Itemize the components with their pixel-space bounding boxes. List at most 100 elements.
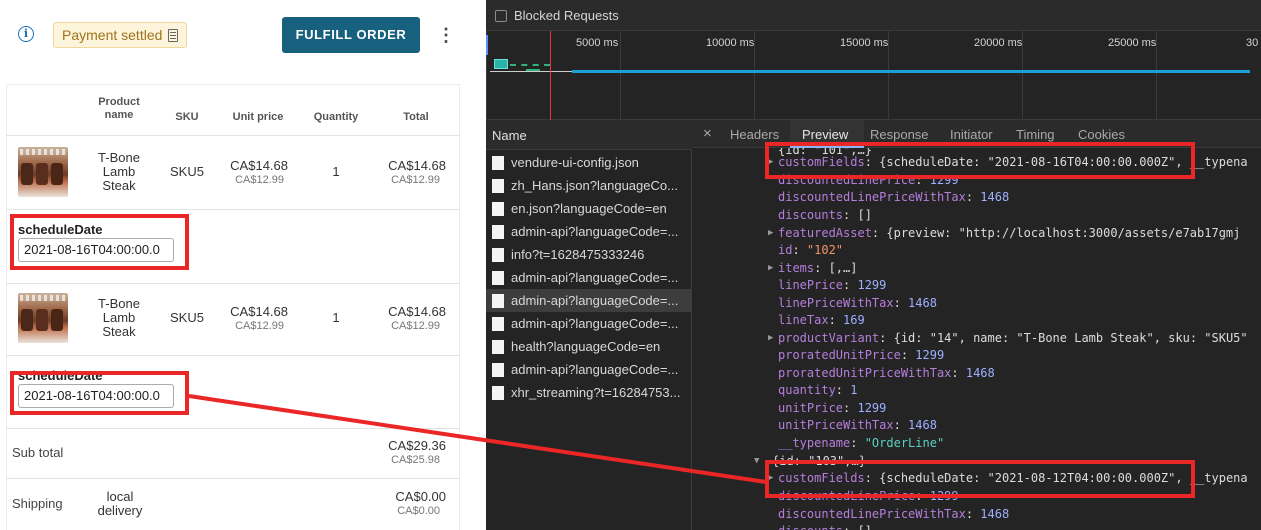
tree-line[interactable]: discountedLinePrice: 1299 xyxy=(692,488,1261,506)
name-column-header[interactable]: Name xyxy=(486,120,692,150)
expand-triangle-icon[interactable]: ▶ xyxy=(768,225,773,243)
tab-headers[interactable]: Headers xyxy=(730,127,779,142)
request-name: health?languageCode=en xyxy=(511,339,661,354)
tree-line[interactable]: unitPriceWithTax: 1468 xyxy=(692,417,1261,435)
tab-timing[interactable]: Timing xyxy=(1016,127,1055,142)
tree-line[interactable]: discountedLinePriceWithTax: 1468 xyxy=(692,506,1261,524)
expand-triangle-icon[interactable]: ▶ xyxy=(768,470,773,488)
schedule-date-input[interactable]: 2021-08-16T04:00:00.0 xyxy=(18,384,174,408)
close-icon[interactable]: × xyxy=(703,125,712,142)
timeline-streaming-bar xyxy=(572,70,1250,73)
tree-key: productVariant xyxy=(778,331,880,345)
divider xyxy=(6,135,460,136)
request-name: info?t=1628475333246 xyxy=(511,247,645,262)
tree-line[interactable]: __typename: "OrderLine" xyxy=(692,435,1261,453)
request-row[interactable]: info?t=1628475333246 xyxy=(486,243,692,266)
tab-cookies[interactable]: Cookies xyxy=(1078,127,1125,142)
request-row[interactable]: admin-api?languageCode=... xyxy=(486,312,692,335)
payment-status-badge: Payment settled xyxy=(53,22,188,48)
request-row[interactable]: vendure-ui-config.json xyxy=(486,151,692,174)
timeline-load-marker xyxy=(550,31,551,121)
request-row[interactable]: xhr_streaming?t=16284753... xyxy=(486,381,692,404)
tree-key: items xyxy=(778,261,815,275)
request-row[interactable]: zh_Hans.json?languageCo... xyxy=(486,174,692,197)
timeline-selection-handle[interactable] xyxy=(486,35,488,55)
tree-line[interactable]: proratedUnitPriceWithTax: 1468 xyxy=(692,365,1261,383)
divider xyxy=(6,478,460,479)
fulfill-order-button[interactable]: FULFILL ORDER xyxy=(282,17,420,53)
timeline-tick: 5000 ms xyxy=(576,37,619,49)
tree-key: __typename xyxy=(778,436,851,450)
tree-line[interactable]: discounts: [] xyxy=(692,207,1261,225)
tree-line[interactable]: unitPrice: 1299 xyxy=(692,400,1261,418)
tree-line[interactable]: linePrice: 1299 xyxy=(692,277,1261,295)
tree-value: 1468 xyxy=(980,190,1010,204)
timeline-tick: 10000 ms xyxy=(706,37,755,49)
tree-value: "102" xyxy=(806,243,844,257)
tree-value: 1 xyxy=(850,383,858,397)
tree-key: discountedLinePriceWithTax xyxy=(778,190,966,204)
tree-line[interactable]: linePriceWithTax: 1468 xyxy=(692,295,1261,313)
tree-line[interactable]: discountedLinePriceWithTax: 1468 xyxy=(692,189,1261,207)
tree-line[interactable]: ▶ featuredAsset: {preview: "http://localh… xyxy=(692,225,1261,243)
quantity: 1 xyxy=(332,310,340,325)
expand-triangle-icon[interactable]: ▶ xyxy=(768,330,773,348)
tree-line[interactable]: ▶ customFields: {scheduleDate: "2021-08-1… xyxy=(692,470,1261,488)
more-options-icon[interactable]: ⋮ xyxy=(436,24,456,46)
tree-value: 1299 xyxy=(929,173,959,187)
tree-line[interactable]: ▼ {id: "103",…} xyxy=(692,453,1261,471)
tree-line[interactable]: discounts: [] xyxy=(692,523,1261,530)
tree-line[interactable]: ▶ customFields: {scheduleDate: "2021-08-1… xyxy=(692,154,1261,172)
product-thumbnail[interactable] xyxy=(18,293,68,343)
col-header-quantity: Quantity xyxy=(313,111,359,123)
request-name: en.json?languageCode=en xyxy=(511,201,667,216)
tree-line[interactable]: proratedUnitPrice: 1299 xyxy=(692,347,1261,365)
divider xyxy=(6,283,460,284)
tree-line[interactable]: ▶ productVariant: {id: "14", name: "T-Bon… xyxy=(692,330,1261,348)
col-header-sku: SKU xyxy=(175,111,199,123)
file-icon xyxy=(492,225,504,239)
tab-initiator[interactable]: Initiator xyxy=(950,127,993,142)
tree-key: proratedUnitPrice xyxy=(778,348,901,362)
request-row[interactable]: admin-api?languageCode=... xyxy=(486,358,692,381)
file-icon xyxy=(492,248,504,262)
blocked-requests-checkbox[interactable] xyxy=(495,10,507,22)
tree-value: 1299 xyxy=(915,348,945,362)
file-icon xyxy=(492,340,504,354)
request-row[interactable]: admin-api?languageCode=... xyxy=(486,220,692,243)
tree-line[interactable]: discountedLinePrice: 1299 xyxy=(692,172,1261,190)
request-row[interactable]: health?languageCode=en xyxy=(486,335,692,358)
tree-line[interactable]: id: "102" xyxy=(692,242,1261,260)
network-overview-timeline[interactable]: 5000 ms 10000 ms 15000 ms 20000 ms 25000… xyxy=(486,30,1261,121)
request-detail-tabs: × Headers Preview Response Initiator Tim… xyxy=(692,120,1261,148)
request-row-selected[interactable]: admin-api?languageCode=... xyxy=(486,289,692,312)
expand-triangle-icon[interactable]: ▶ xyxy=(768,260,773,278)
tree-key: lineTax xyxy=(778,313,829,327)
tree-value: {preview: "http://localhost:3000/assets/… xyxy=(886,226,1241,240)
schedule-date-input[interactable]: 2021-08-16T04:00:00.0 xyxy=(18,238,174,262)
divider xyxy=(6,428,460,429)
info-icon[interactable]: i xyxy=(18,26,34,42)
unit-price-net: CA$12.99 xyxy=(235,320,284,332)
tree-value: 1468 xyxy=(908,418,937,432)
tree-line[interactable]: ▶ items: [,…] xyxy=(692,260,1261,278)
timeline-tick: 25000 ms xyxy=(1108,37,1157,49)
product-thumbnail[interactable] xyxy=(18,147,68,197)
expand-triangle-icon[interactable]: ▶ xyxy=(768,154,773,172)
devtools-toolbar: Blocked Requests xyxy=(486,0,1261,30)
request-name: admin-api?languageCode=... xyxy=(511,224,679,239)
product-name[interactable]: T-Bone Lamb Steak xyxy=(86,151,152,193)
product-name[interactable]: T-Bone Lamb Steak xyxy=(86,297,152,339)
request-row[interactable]: admin-api?languageCode=... xyxy=(486,266,692,289)
unit-price: CA$14.68 xyxy=(230,158,288,173)
receipt-icon[interactable] xyxy=(168,28,179,42)
tree-value: [] xyxy=(857,208,872,222)
tab-response[interactable]: Response xyxy=(870,127,929,142)
tree-line[interactable]: lineTax: 169 xyxy=(692,312,1261,330)
expand-triangle-icon[interactable]: ▼ xyxy=(754,453,759,471)
request-row[interactable]: en.json?languageCode=en xyxy=(486,197,692,220)
file-icon xyxy=(492,202,504,216)
request-name: admin-api?languageCode=... xyxy=(511,316,679,331)
tree-line[interactable]: quantity: 1 xyxy=(692,382,1261,400)
tab-preview[interactable]: Preview xyxy=(802,127,848,142)
